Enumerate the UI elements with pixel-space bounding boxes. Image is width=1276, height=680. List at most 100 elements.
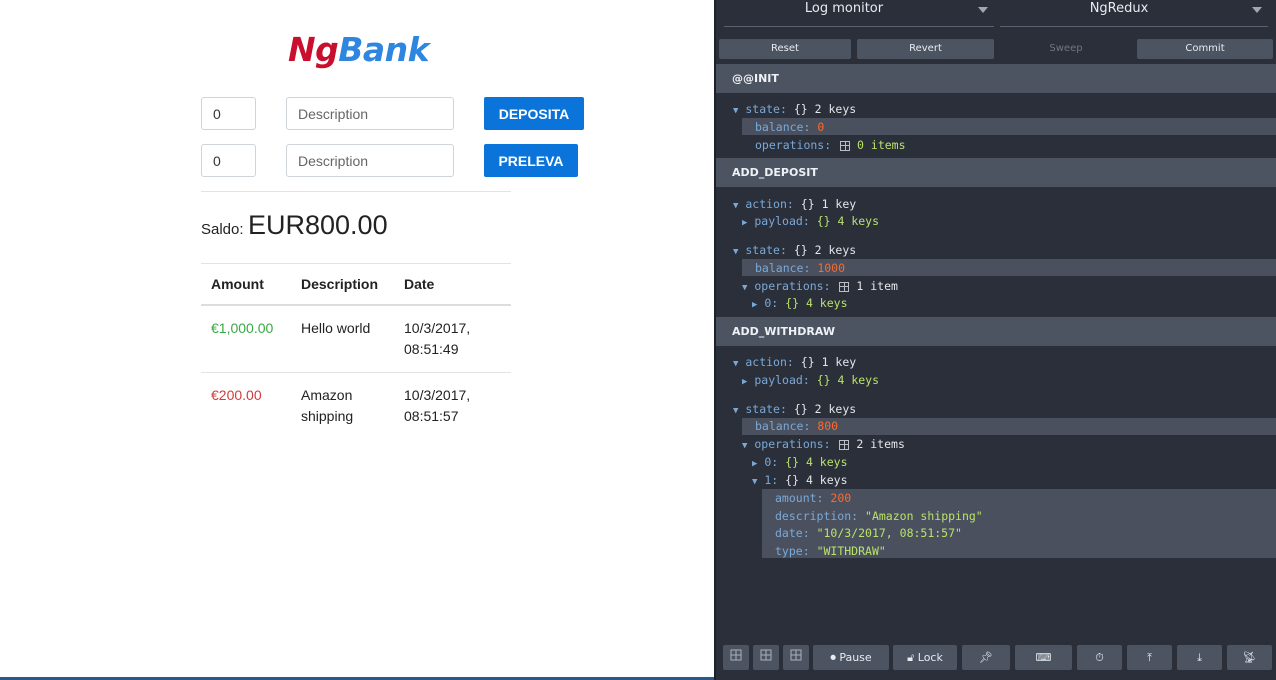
logo-ng: Ng	[288, 30, 339, 69]
action-brace: {}	[800, 355, 815, 369]
row-date-day: 10/3/2017,	[404, 320, 471, 336]
grid-layout-icon[interactable]	[753, 645, 779, 670]
action-header-withdraw[interactable]: ADD_WITHDRAW	[716, 317, 1276, 346]
state-key: state:	[745, 402, 787, 416]
keyboard-icon: ⌨	[1035, 651, 1052, 664]
operations-node: operations: 0 items	[755, 136, 906, 154]
reset-button[interactable]: Reset	[719, 39, 851, 59]
op0-count: 4 keys	[805, 455, 848, 469]
array-icon	[839, 281, 850, 292]
withdraw-description-input[interactable]	[286, 144, 454, 177]
commit-button[interactable]: Commit	[1137, 39, 1273, 59]
deposit-amount-input[interactable]	[201, 97, 256, 130]
lock-button[interactable]: 🔓︎ Lock	[893, 645, 957, 670]
table-header-row: Amount Description Date	[201, 263, 511, 306]
balance-val: 1000	[817, 261, 846, 275]
app-logo: NgBank	[288, 30, 430, 69]
row-date: 10/3/2017, 08:51:57	[394, 373, 511, 440]
row-date: 10/3/2017, 08:51:49	[394, 305, 511, 373]
state-brace: {}	[793, 402, 808, 416]
deposit-button[interactable]: DEPOSITA	[484, 97, 584, 130]
deposit-description-input[interactable]	[286, 97, 454, 130]
operation-0-node[interactable]: ▶ 0: {} 4 keys	[752, 294, 848, 314]
payload-key: payload:	[754, 373, 810, 387]
store-select[interactable]: NgRedux	[1000, 0, 1268, 27]
ngbank-app: NgBank DEPOSITA PRELEVA Saldo: EUR800.00…	[0, 0, 714, 680]
date-key: date:	[775, 526, 810, 540]
expand-arrow-icon: ▼	[742, 283, 748, 293]
state-count: 2 keys	[814, 402, 857, 416]
payload-node[interactable]: ▶ payload: {} 4 keys	[742, 371, 879, 391]
grid-layout-icon[interactable]	[723, 645, 749, 670]
expand-arrow-icon: ▼	[733, 201, 739, 211]
import-button[interactable]: ⤓	[1177, 645, 1222, 670]
table-row: €200.00 Amazon shipping 10/3/2017, 08:51:5…	[201, 373, 511, 440]
balance-key: balance:	[755, 261, 811, 275]
balance-node: balance: 1000	[755, 259, 845, 277]
collapse-arrow-icon: ▶	[742, 377, 748, 387]
row-date-time: 08:51:57	[404, 408, 459, 424]
action-count: 1 key	[821, 197, 857, 211]
payload-node[interactable]: ▶ payload: {} 4 keys	[742, 212, 879, 232]
pause-button[interactable]: ⏺ Pause	[813, 645, 889, 670]
revert-button[interactable]: Revert	[857, 39, 994, 59]
expand-arrow-icon: ▼	[733, 359, 739, 369]
expand-arrow-icon: ▼	[733, 247, 739, 257]
row-amount: €1,000.00	[201, 305, 291, 373]
payload-count: 4 keys	[837, 214, 880, 228]
action-log[interactable]: @@INIT ▼ state: {} 2 keys balance: 0 ope…	[716, 64, 1276, 634]
balance-value: EUR800.00	[248, 210, 388, 240]
op1-count: 4 keys	[805, 473, 848, 487]
column-header-amount: Amount	[201, 263, 291, 306]
state-count: 2 keys	[814, 102, 857, 116]
withdraw-button[interactable]: PRELEVA	[484, 144, 578, 177]
action-header-init[interactable]: @@INIT	[716, 64, 1276, 93]
amount-val: 200	[830, 491, 852, 505]
operation-1-node[interactable]: ▼ 1: {} 4 keys	[752, 471, 848, 491]
store-select-value: NgRedux	[1089, 1, 1149, 16]
op0-key: 0:	[764, 296, 779, 310]
lock-label: Lock	[917, 651, 943, 664]
type-val: "WITHDRAW"	[816, 544, 886, 558]
devtools-topbar: Log monitor NgRedux	[716, 0, 1276, 32]
row-description: Hello world	[291, 305, 394, 373]
sweep-button[interactable]: Sweep	[1000, 39, 1132, 59]
collapse-arrow-icon: ▶	[752, 300, 758, 310]
export-button[interactable]: ⤒	[1127, 645, 1172, 670]
stopwatch-icon: ⏱	[1095, 651, 1104, 664]
state-key: state:	[745, 243, 787, 257]
state-brace: {}	[793, 243, 808, 257]
state-node[interactable]: ▼ state: {} 2 keys	[733, 100, 856, 120]
column-header-description: Description	[291, 263, 394, 306]
balance-node: balance: 800	[755, 417, 838, 435]
chevron-down-icon	[1252, 7, 1262, 13]
action-header-deposit[interactable]: ADD_DEPOSIT	[716, 158, 1276, 187]
state-node[interactable]: ▼ state: {} 2 keys	[733, 241, 856, 261]
monitor-select[interactable]: Log monitor	[724, 0, 994, 27]
pause-label: Pause	[839, 651, 872, 664]
broadcast-icon: 📡︎	[1242, 651, 1257, 664]
table-row: €1,000.00 Hello world 10/3/2017, 08:51:49	[201, 305, 511, 373]
operation-0-node[interactable]: ▶ 0: {} 4 keys	[752, 453, 848, 473]
operations-node[interactable]: ▼ operations: 2 items	[742, 435, 905, 455]
withdraw-amount-input[interactable]	[201, 144, 256, 177]
op1-description-node: description: "Amazon shipping"	[775, 507, 983, 525]
expand-arrow-icon: ▼	[733, 106, 739, 116]
payload-brace: {}	[816, 214, 831, 228]
column-header-date: Date	[394, 263, 511, 306]
timer-button[interactable]: ⏱	[1077, 645, 1122, 670]
action-node[interactable]: ▼ action: {} 1 key	[733, 353, 856, 373]
keyboard-button[interactable]: ⌨	[1015, 645, 1072, 670]
action-count: 1 key	[821, 355, 857, 369]
operations-table: Amount Description Date €1,000.00 Hello …	[201, 263, 511, 439]
op1-date-node: date: "10/3/2017, 08:51:57"	[775, 524, 962, 542]
op1-brace: {}	[785, 473, 800, 487]
op0-brace: {}	[785, 296, 800, 310]
operations-key: operations:	[754, 437, 831, 451]
description-val: "Amazon shipping"	[865, 509, 983, 523]
grid-layout-icon[interactable]	[783, 645, 809, 670]
op1-type-node: type: "WITHDRAW"	[775, 542, 886, 560]
remote-button[interactable]: 📡︎	[1227, 645, 1272, 670]
type-key: type:	[775, 544, 810, 558]
pin-button[interactable]: 📌︎	[962, 645, 1010, 670]
